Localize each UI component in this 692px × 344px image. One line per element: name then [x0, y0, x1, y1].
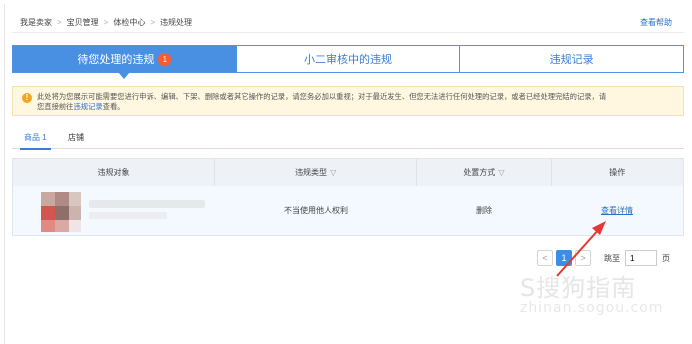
filter-icon[interactable]: ▽ — [330, 168, 336, 177]
page-number-input[interactable] — [625, 250, 657, 266]
tab-label: 待您处理的违规 — [77, 54, 155, 66]
view-details-link[interactable]: 查看详情 — [601, 205, 633, 216]
product-thumbnail[interactable] — [41, 192, 81, 232]
action-cell: 查看详情 — [551, 186, 683, 235]
warning-icon: ! — [22, 93, 32, 103]
header-label: 违规类型 — [295, 168, 328, 177]
subtab-products[interactable]: 商品 1 — [20, 132, 51, 150]
pagination: < 1 > 跳至 页 — [537, 249, 670, 267]
violation-object-cell — [13, 186, 215, 235]
notice-banner: ! 此处将为您展示可能需要您进行申诉、编辑、下架、删除或者其它操作的记录，请您务… — [12, 86, 684, 116]
subtabs: 商品 1 店铺 — [12, 128, 684, 150]
breadcrumb-separator: > — [57, 18, 62, 27]
watermark-logo: S搜狗指南 — [520, 274, 637, 302]
tab-label: 小二审核中的违规 — [304, 54, 392, 66]
header-label: 操作 — [609, 168, 626, 177]
tab-under-review[interactable]: 小二审核中的违规 — [235, 46, 460, 72]
table-row: 不当使用他人权利 删除 查看详情 — [13, 186, 683, 235]
header-object: 违规对象 — [13, 159, 214, 186]
help-link[interactable]: 查看帮助 — [640, 17, 672, 28]
header-type[interactable]: 违规类型 ▽ — [214, 159, 416, 186]
page-unit-label: 页 — [662, 253, 670, 263]
breadcrumb-separator: > — [150, 18, 156, 27]
breadcrumb: 我是卖家 > 宝贝管理 > 体检中心 > 违规处理 — [20, 17, 192, 28]
page-1-button[interactable]: 1 — [556, 250, 572, 266]
header-label: 违规对象 — [97, 168, 130, 177]
header-label: 处置方式 — [463, 168, 496, 177]
tab-violation-records[interactable]: 违规记录 — [459, 46, 684, 72]
breadcrumb-item-seller[interactable]: 我是卖家 — [20, 18, 52, 27]
next-page-button[interactable]: > — [575, 250, 591, 266]
tab-label: 违规记录 — [549, 54, 594, 66]
blurred-subtitle — [89, 212, 167, 219]
breadcrumb-item-items[interactable]: 宝贝管理 — [67, 18, 99, 27]
notice-text: 此处将为您展示可能需要您进行申诉、编辑、下架、删除或者其它操作的记录，请您务必加… — [37, 92, 607, 101]
blurred-title — [89, 200, 205, 208]
disposal-method-cell: 删除 — [417, 186, 551, 235]
filter-icon[interactable]: ▽ — [498, 168, 504, 177]
notice-text-3: 查看。 — [102, 102, 125, 111]
count-badge: 1 — [158, 52, 172, 66]
breadcrumb-separator: > — [103, 18, 109, 27]
breadcrumb-item-checkup[interactable]: 体检中心 — [113, 18, 145, 27]
violation-type: 不当使用他人权利 — [284, 206, 348, 215]
header-action: 操作 — [550, 159, 683, 186]
prev-page-button[interactable]: < — [537, 250, 553, 266]
violation-type-cell: 不当使用他人权利 — [215, 186, 417, 235]
violation-tabs: 待您处理的违规 1 小二审核中的违规 违规记录 — [12, 45, 684, 79]
notice-text-2: 您直接前往 — [37, 102, 74, 111]
subtab-shop[interactable]: 店铺 — [68, 132, 84, 143]
tab-pending-violations[interactable]: 待您处理的违规 1 — [13, 46, 236, 79]
header-method[interactable]: 处置方式 ▽ — [416, 159, 550, 186]
disposal-method: 删除 — [476, 206, 492, 215]
watermark-url: zhinan.sogou.com — [520, 300, 664, 316]
breadcrumb-bar: 我是卖家 > 宝贝管理 > 体检中心 > 违规处理 查看帮助 — [12, 12, 684, 33]
table-header: 违规对象 违规类型 ▽ 处置方式 ▽ 操作 — [13, 159, 683, 186]
breadcrumb-item-current: 违规处理 — [160, 18, 193, 27]
goto-label: 跳至 — [604, 253, 620, 263]
violations-table: 违规对象 违规类型 ▽ 处置方式 ▽ 操作 不当使用他人权利 删除 查看详情 — [12, 158, 684, 236]
violation-records-link[interactable]: 违规记录 — [73, 102, 102, 111]
